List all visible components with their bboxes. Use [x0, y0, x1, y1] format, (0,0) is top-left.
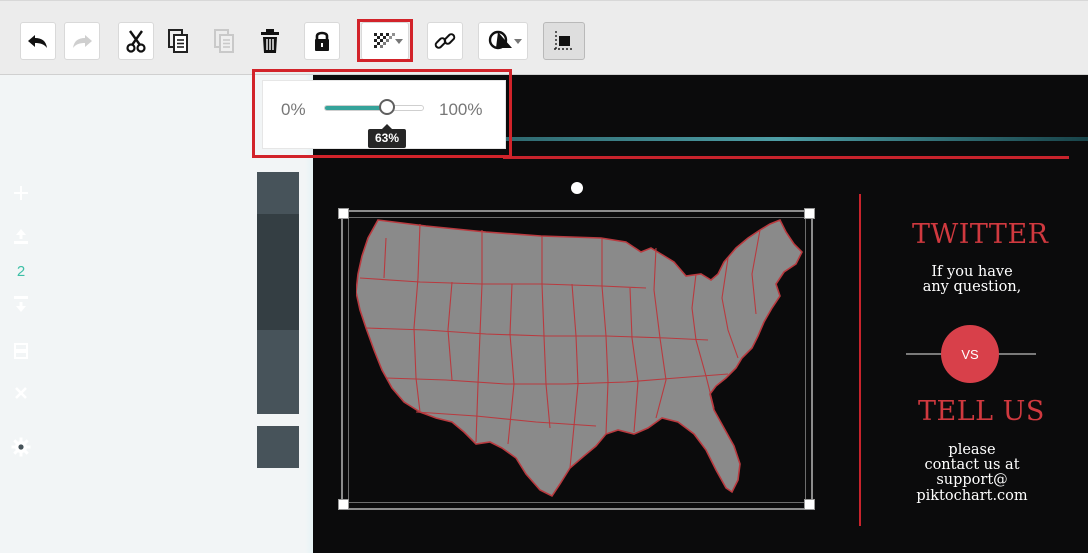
layer-number: 2 [16, 263, 26, 280]
vs-line-left [906, 353, 943, 355]
rotate-handle[interactable] [571, 182, 583, 194]
resize-handle-top-left[interactable] [338, 208, 349, 219]
usa-map[interactable] [356, 218, 806, 500]
gear-icon [11, 437, 31, 457]
heading-twitter[interactable]: TWITTER [912, 219, 1048, 250]
usa-map-shape [356, 218, 803, 498]
duplicate-icon [14, 343, 28, 359]
redo-button[interactable] [64, 22, 100, 60]
resize-handle-bottom-left[interactable] [338, 499, 349, 510]
text-contact-line3[interactable]: support@ [902, 473, 1042, 488]
lock-button[interactable] [304, 22, 340, 60]
layer-order-group [257, 214, 299, 330]
vs-line-right [998, 353, 1036, 355]
heading-tell-us[interactable]: TELL US [918, 396, 1045, 427]
text-contact-line2[interactable]: contact us at [902, 458, 1042, 473]
shape-mask-button[interactable] [478, 22, 528, 60]
send-backward-icon [14, 296, 28, 312]
plus-icon [14, 186, 28, 200]
lock-icon [315, 31, 329, 51]
highlight-box-opacity [252, 69, 512, 158]
text-contact-line4[interactable]: piktochart.com [902, 489, 1042, 504]
trash-icon [261, 29, 279, 53]
redo-icon [73, 35, 92, 48]
paste-icon [214, 29, 234, 53]
close-icon [15, 387, 27, 399]
decorative-line-red [503, 156, 1069, 159]
resize-handle-bottom-right[interactable] [804, 499, 815, 510]
send-backward-button[interactable] [0, 291, 42, 317]
paste-button[interactable] [206, 22, 242, 60]
link-icon [434, 33, 456, 49]
vs-badge[interactable]: VS [941, 325, 999, 383]
link-button[interactable] [427, 22, 463, 60]
resize-handle-top-right[interactable] [804, 208, 815, 219]
bring-forward-icon [14, 229, 28, 244]
side-toolbar-remove [257, 372, 299, 414]
vs-label: VS [961, 346, 979, 362]
delete-button[interactable] [252, 22, 288, 60]
add-button[interactable] [0, 172, 42, 214]
highlight-box-transparency [357, 19, 413, 62]
text-contact-line1[interactable]: please [902, 443, 1042, 458]
chevron-down-icon [514, 39, 522, 44]
side-toolbar-settings [257, 426, 299, 468]
arrange-button[interactable] [543, 22, 585, 60]
text-question-line2[interactable]: any question, [902, 280, 1042, 295]
copy-button[interactable] [160, 22, 196, 60]
scissors-icon [126, 30, 146, 53]
side-toolbar-duplicate [257, 330, 299, 372]
remove-button[interactable] [0, 372, 42, 414]
cut-button[interactable] [118, 22, 154, 60]
settings-button[interactable] [0, 426, 42, 468]
undo-button[interactable] [20, 22, 56, 60]
text-question-line1[interactable]: If you have [902, 265, 1042, 280]
align-icon [554, 31, 574, 51]
toolbar [0, 0, 1088, 75]
copy-icon [168, 29, 188, 53]
bring-forward-button[interactable] [0, 224, 42, 250]
side-toolbar-top [257, 172, 299, 214]
duplicate-button[interactable] [0, 330, 42, 372]
undo-icon [28, 35, 47, 48]
divider-line-red [859, 194, 861, 526]
